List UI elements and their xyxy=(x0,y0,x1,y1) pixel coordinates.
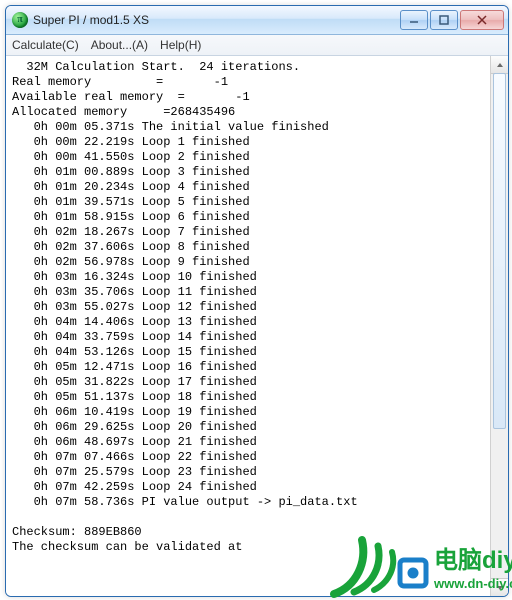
scroll-up-button[interactable] xyxy=(491,56,508,74)
client-area: 32M Calculation Start. 24 iterations. Re… xyxy=(6,56,508,596)
close-button[interactable] xyxy=(460,10,504,30)
scroll-track[interactable] xyxy=(491,73,508,579)
scroll-down-button[interactable] xyxy=(491,578,508,596)
titlebar[interactable]: π Super PI / mod1.5 XS xyxy=(6,6,508,35)
menubar: Calculate(C) About...(A) Help(H) xyxy=(6,35,508,56)
menu-calculate[interactable]: Calculate(C) xyxy=(12,38,79,52)
app-icon: π xyxy=(12,12,28,28)
window-title: Super PI / mod1.5 XS xyxy=(33,13,400,27)
menu-about[interactable]: About...(A) xyxy=(91,38,148,52)
app-window: π Super PI / mod1.5 XS Calculate(C) Abou… xyxy=(5,5,509,597)
output-log: 32M Calculation Start. 24 iterations. Re… xyxy=(6,56,491,596)
menu-help[interactable]: Help(H) xyxy=(160,38,201,52)
scroll-thumb[interactable] xyxy=(493,73,506,429)
maximize-button[interactable] xyxy=(430,10,458,30)
minimize-button[interactable] xyxy=(400,10,428,30)
vertical-scrollbar[interactable] xyxy=(490,56,508,596)
